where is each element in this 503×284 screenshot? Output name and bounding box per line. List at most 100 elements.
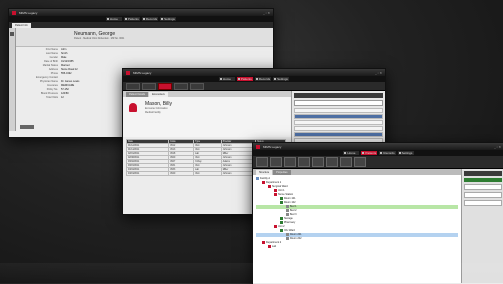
structure-tree: Facility A Department 1 Surgical Ward Unit … <box>253 175 461 251</box>
toolbar-button-print[interactable] <box>174 82 188 90</box>
toolbar-button-1[interactable] <box>256 157 268 167</box>
side-list-item[interactable] <box>294 120 383 125</box>
side-panel <box>9 28 16 131</box>
titlebar[interactable]: MIMS Legacy _ ▫ ✕ <box>123 69 385 76</box>
tree-node-label: Facility A <box>260 177 271 181</box>
property-field-2[interactable] <box>464 192 502 198</box>
tree-node-icon <box>274 225 277 228</box>
window-controls[interactable]: _ ▫ ✕ <box>494 145 501 149</box>
nav-records[interactable]: Records <box>254 77 272 81</box>
floor-reflection <box>0 263 503 283</box>
tree-node-icon <box>286 237 289 240</box>
tree-node-icon <box>280 201 283 204</box>
gear-icon <box>274 78 277 80</box>
toolbar-button-new[interactable] <box>126 82 140 90</box>
side-list-item[interactable] <box>294 126 383 131</box>
window-controls[interactable]: _ ▫ ✕ <box>263 11 270 15</box>
table-cell: Visit <box>193 171 222 176</box>
tree-node-label: Bed 2 <box>290 209 297 213</box>
nav-settings[interactable]: Settings <box>160 17 177 21</box>
home-icon <box>219 78 222 80</box>
folder-icon <box>142 18 145 20</box>
tree-node-icon <box>286 213 289 216</box>
tree-node-label: Room 201 <box>290 233 302 237</box>
tree-node-icon <box>286 233 289 236</box>
toolbar-button-export[interactable] <box>190 82 204 90</box>
toolbar-button-alert[interactable] <box>158 82 172 90</box>
toolbar-button-edit[interactable] <box>142 82 156 90</box>
patient-subtitle: Patient · Medical Clinic Rotterdam · MR … <box>74 38 125 40</box>
tree-node-label: Nurse Station <box>278 193 294 197</box>
side-list-item[interactable] <box>294 114 383 119</box>
nav-records[interactable]: Records <box>379 151 396 155</box>
tree-node-icon <box>286 209 289 212</box>
nav-settings[interactable]: Settings <box>273 77 290 81</box>
window-controls[interactable]: _ ▫ ✕ <box>375 71 382 75</box>
tree-node-label: Department 2 <box>266 241 282 245</box>
table-cell: 4540 <box>168 171 195 176</box>
window-title: MIMS Legacy <box>263 144 282 149</box>
toolbar <box>123 82 385 91</box>
toolbar-button-7[interactable] <box>340 157 352 167</box>
nav-settings[interactable]: Settings <box>397 151 414 155</box>
nav-home[interactable]: Home <box>343 151 360 155</box>
side-list-item[interactable] <box>294 132 383 137</box>
tree-node-label: Pharmacy <box>284 221 296 225</box>
tree-node[interactable]: Lab <box>256 245 458 249</box>
desktop-background: { "app_title": "MIMS Legacy", "nav": ["H… <box>0 0 503 284</box>
table-cell: Johnson <box>220 171 257 176</box>
field-row: Total Visits 12 <box>16 96 79 100</box>
app-logo <box>256 144 260 149</box>
home-icon <box>344 152 347 154</box>
nav-patients[interactable]: Patients <box>236 77 253 81</box>
folder-icon <box>380 152 383 154</box>
tree-node-label: ICU Ward <box>284 229 295 233</box>
folder-icon <box>255 78 258 80</box>
tree-node-icon <box>280 197 283 200</box>
app-logo <box>12 10 16 15</box>
nav-home[interactable]: Home <box>105 17 122 21</box>
property-field-1[interactable] <box>464 184 502 190</box>
side-search-input[interactable] <box>294 100 383 106</box>
tab-structure[interactable]: Structure <box>256 170 273 175</box>
tree-node-label: Bed 1 <box>290 205 297 209</box>
home-icon <box>106 18 109 20</box>
tree-node-label: Storage <box>284 217 293 221</box>
user-icon <box>237 78 240 80</box>
side-list-item[interactable] <box>294 108 383 113</box>
save-button[interactable] <box>20 125 34 129</box>
titlebar[interactable]: MIMS Legacy _ ▫ ✕ <box>253 143 503 150</box>
tree-node-icon <box>262 181 265 184</box>
tree-node-icon <box>262 241 265 244</box>
toolbar-button-3[interactable] <box>284 157 296 167</box>
toolbar-button-4[interactable] <box>298 157 310 167</box>
nav-home[interactable]: Home <box>218 77 235 81</box>
property-field-3[interactable] <box>464 200 502 206</box>
toolbar-button-5[interactable] <box>312 157 324 167</box>
toolbar-button-2[interactable] <box>270 157 282 167</box>
tree-node-icon <box>280 221 283 224</box>
tree-node-label: Room 102 <box>284 201 296 205</box>
patient-name: Neumann, George <box>74 31 116 37</box>
collapse-icon[interactable] <box>10 32 14 36</box>
toolbar <box>253 156 503 169</box>
patient-subtitle-1: Encounter Information <box>145 108 168 110</box>
tree-node-label: Unit 2 <box>278 225 285 229</box>
toolbar-button-6[interactable] <box>326 157 338 167</box>
tab-properties[interactable]: Properties <box>273 170 291 175</box>
tree-node-icon <box>280 229 283 232</box>
nav-patients[interactable]: Patients <box>361 151 378 155</box>
toolbar-button-8[interactable] <box>354 157 366 167</box>
field-value[interactable]: 555-0192 <box>61 72 72 76</box>
nav-records[interactable]: Records <box>141 17 159 21</box>
titlebar[interactable]: MIMS Legacy _ ▫ ✕ <box>9 9 273 16</box>
patient-fields: First Name John Last Name Smith Gender Male Da… <box>16 48 79 100</box>
field-value[interactable]: 12 <box>61 96 64 100</box>
field-label: Total Visits <box>46 96 58 99</box>
tree-node-icon <box>268 245 271 248</box>
tree-node-icon <box>256 177 259 180</box>
side-list-header <box>294 93 383 98</box>
status-badge <box>464 178 502 182</box>
nav-patients[interactable]: Patients <box>123 17 140 21</box>
gear-icon <box>398 152 401 154</box>
